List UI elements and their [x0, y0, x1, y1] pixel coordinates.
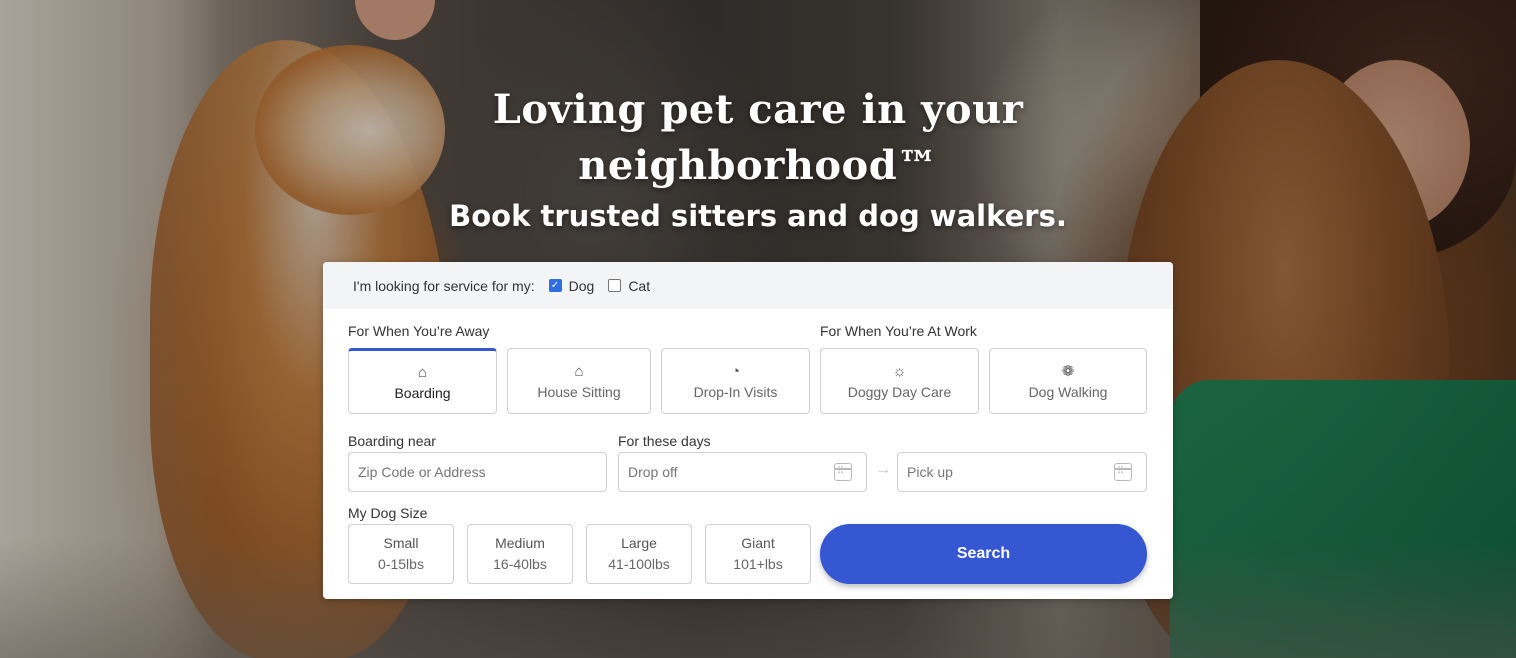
away-services-label: For When You’re Away: [348, 323, 490, 339]
pick-up-date-input[interactable]: [897, 452, 1147, 492]
checkbox-checked-icon[interactable]: ✓: [548, 279, 562, 292]
size-large[interactable]: Large 41-100lbs: [586, 524, 692, 584]
dates-label: For these days: [618, 433, 711, 449]
work-services-label: For When You’re At Work: [820, 323, 977, 339]
size-name: Medium: [495, 535, 545, 551]
service-options: ⌂ Boarding ⌂ House Sitting ◔ Drop-In Vis…: [348, 348, 1147, 414]
location-label: Boarding near: [348, 433, 436, 449]
service-label: Boarding: [394, 384, 451, 401]
size-small[interactable]: Small 0-15lbs: [348, 524, 454, 584]
hero-title: Loving pet care in your neighborhood™: [492, 86, 1024, 189]
service-doggy-day-care[interactable]: ☼ Doggy Day Care: [820, 348, 979, 414]
service-boarding[interactable]: ⌂ Boarding: [348, 348, 497, 414]
size-medium[interactable]: Medium 16-40lbs: [467, 524, 573, 584]
service-dog-walking[interactable]: ❁ Dog Walking: [989, 348, 1147, 414]
dog-checkbox-label: Dog: [568, 277, 595, 294]
dog-checkbox[interactable]: ✓ Dog: [548, 277, 595, 294]
dog-walking-icon: ❁: [1061, 362, 1075, 380]
size-name: Large: [621, 535, 657, 551]
checkbox-unchecked-icon[interactable]: [608, 279, 622, 292]
service-label: House Sitting: [537, 383, 621, 400]
pet-type-label: I'm looking for service for my:: [353, 277, 535, 294]
boarding-icon: ⌂: [417, 363, 428, 381]
size-name: Giant: [741, 535, 775, 551]
service-label: Dog Walking: [1028, 383, 1108, 400]
service-drop-in-visits[interactable]: ◔ Drop-In Visits: [661, 348, 810, 414]
size-range: 0-15lbs: [378, 556, 424, 572]
service-label: Doggy Day Care: [847, 383, 952, 400]
size-range: 41-100lbs: [608, 556, 670, 572]
hero-headline: Loving pet care in your neighborhood™ Bo…: [0, 82, 1516, 236]
dog-size-label: My Dog Size: [348, 505, 428, 521]
cat-checkbox[interactable]: Cat: [608, 278, 650, 294]
drop-off-date-input[interactable]: [618, 452, 867, 492]
hero-subtitle: Book trusted sitters and dog walkers.: [449, 199, 1067, 233]
size-range: 101+lbs: [733, 556, 783, 572]
arrow-right-icon: →: [875, 461, 891, 478]
size-name: Small: [383, 535, 419, 551]
search-card: I'm looking for service for my: ✓ Dog Ca…: [323, 262, 1173, 599]
search-button[interactable]: Search: [820, 524, 1147, 584]
size-range: 16-40lbs: [493, 556, 547, 572]
service-house-sitting[interactable]: ⌂ House Sitting: [507, 348, 651, 414]
cat-checkbox-label: Cat: [628, 277, 651, 294]
calendar-icon[interactable]: [1114, 463, 1132, 481]
dog-size-options: Small 0-15lbs Medium 16-40lbs Large 41-1…: [348, 524, 824, 584]
calendar-icon[interactable]: [834, 463, 852, 481]
pet-type-selector: I'm looking for service for my: ✓ Dog Ca…: [323, 262, 1173, 309]
service-label: Drop-In Visits: [693, 383, 778, 400]
house-sitting-icon: ⌂: [574, 362, 584, 380]
drop-in-visits-icon: ◔: [730, 362, 741, 380]
location-input[interactable]: [348, 452, 607, 492]
size-giant[interactable]: Giant 101+lbs: [705, 524, 811, 584]
doggy-day-care-icon: ☼: [892, 362, 907, 380]
